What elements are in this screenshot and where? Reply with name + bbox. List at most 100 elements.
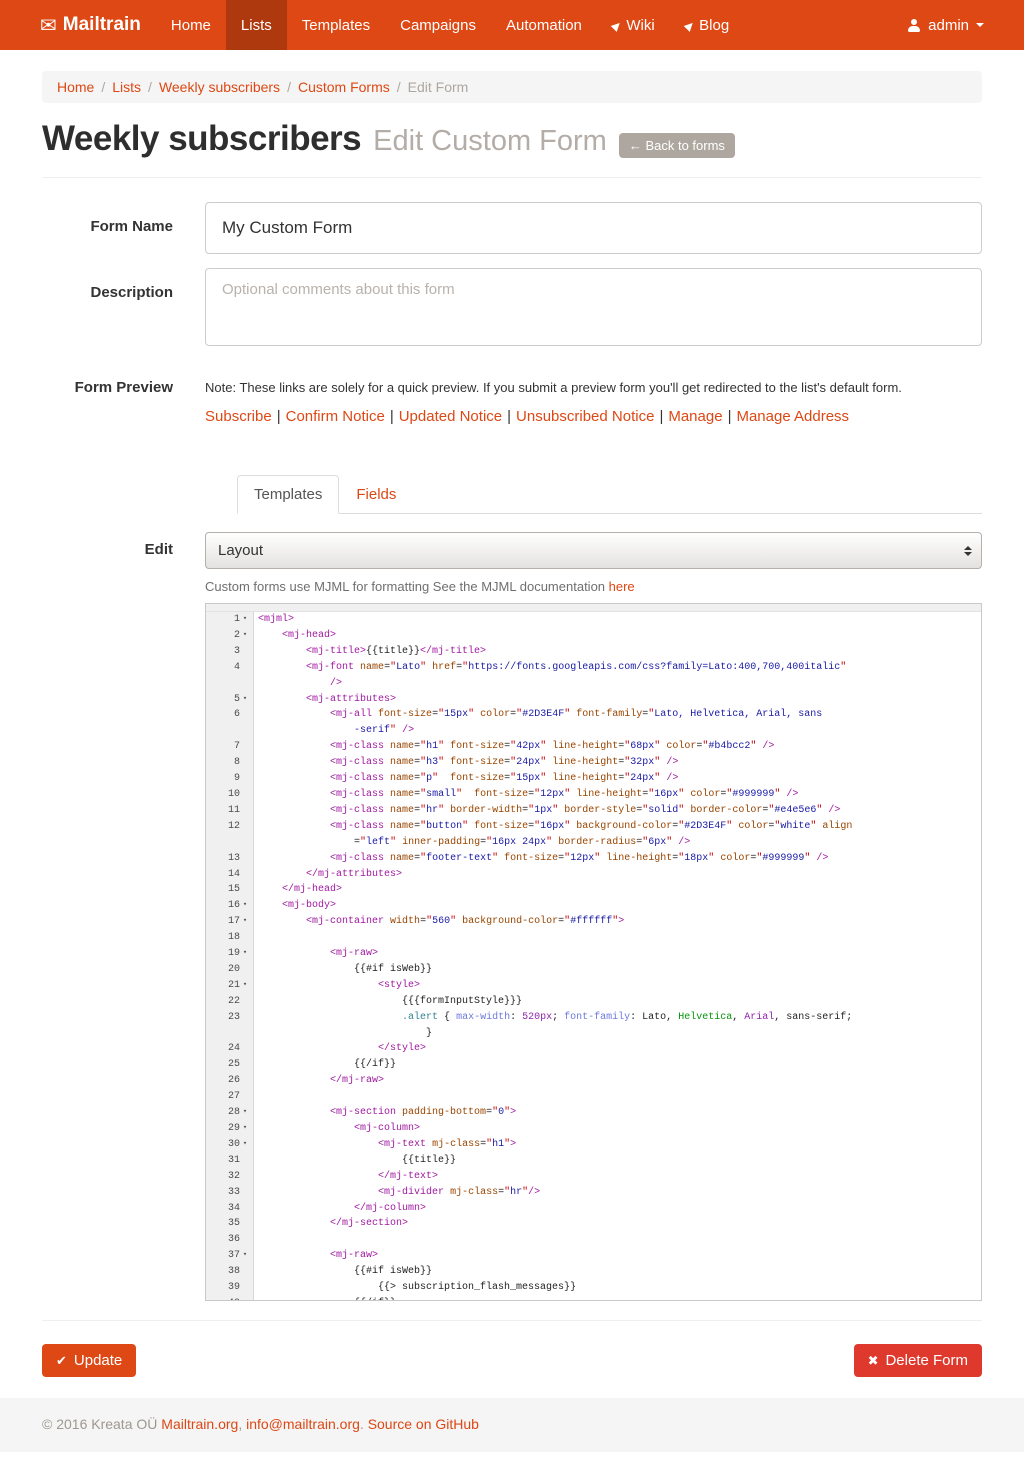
nav-item-home[interactable]: Home: [156, 0, 226, 50]
breadcrumb-link[interactable]: Lists: [112, 79, 141, 95]
preview-link[interactable]: Manage Address: [736, 408, 849, 425]
code-text[interactable]: [254, 1089, 981, 1105]
line-number-value: 24: [228, 1041, 240, 1057]
code-text[interactable]: {{#if isWeb}}: [254, 962, 981, 978]
line-number: 21▾: [206, 978, 254, 994]
code-text[interactable]: <mj-body>: [254, 898, 981, 914]
code-text[interactable]: <mj-head>: [254, 628, 981, 644]
line-number-value: 13: [228, 851, 240, 867]
nav-item-label: Campaigns: [400, 17, 476, 34]
fold-arrow-icon[interactable]: ▾: [240, 1137, 250, 1153]
breadcrumb-link[interactable]: Custom Forms: [298, 79, 390, 95]
code-text[interactable]: <mj-raw>: [254, 946, 981, 962]
fold-arrow-icon[interactable]: ▾: [240, 978, 250, 994]
code-text[interactable]: <mj-column>: [254, 1121, 981, 1137]
fold-arrow-icon[interactable]: ▾: [240, 1248, 250, 1264]
line-number: 40: [206, 1296, 254, 1301]
code-text[interactable]: .alert { max-width: 520px; font-family: …: [254, 1010, 981, 1042]
code-text[interactable]: <mj-container width="560" background-col…: [254, 914, 981, 930]
code-text[interactable]: <mj-raw>: [254, 1248, 981, 1264]
code-text[interactable]: <mj-all font-size="15px" color="#2D3E4F"…: [254, 707, 981, 739]
nav-item-automation[interactable]: Automation: [491, 0, 597, 50]
footer-copy: © 2016 Kreata OÜ: [42, 1416, 161, 1432]
code-text[interactable]: <mj-attributes>: [254, 692, 981, 708]
code-text[interactable]: {{> subscription_flash_messages}}: [254, 1280, 981, 1296]
delete-form-button[interactable]: ✖Delete Form: [854, 1344, 982, 1377]
code-text[interactable]: <mj-class name="footer-text" font-size="…: [254, 851, 981, 867]
line-number: 6: [206, 707, 254, 739]
delete-form-label: Delete Form: [885, 1352, 968, 1369]
breadcrumb-link[interactable]: Weekly subscribers: [159, 79, 280, 95]
brand[interactable]: ✉ Mailtrain: [20, 0, 156, 50]
update-button[interactable]: ✔Update: [42, 1344, 136, 1377]
check-icon: ✔: [56, 1353, 67, 1369]
nav-item-blog[interactable]: ▶Blog: [670, 0, 745, 50]
code-text[interactable]: </mj-section>: [254, 1216, 981, 1232]
code-text[interactable]: </mj-column>: [254, 1201, 981, 1217]
code-text[interactable]: <mj-title>{{title}}</mj-title>: [254, 644, 981, 660]
brand-label: Mailtrain: [63, 14, 141, 36]
mjml-doc-link[interactable]: here: [609, 579, 635, 594]
code-text[interactable]: <mj-class name="h3" font-size="24px" lin…: [254, 755, 981, 771]
code-text[interactable]: {{{formInputStyle}}}: [254, 994, 981, 1010]
edit-template-selected-value: Layout: [218, 542, 263, 559]
code-text[interactable]: <mjml>: [254, 612, 981, 628]
fold-arrow-icon[interactable]: ▾: [240, 898, 250, 914]
preview-link[interactable]: Manage: [668, 408, 722, 425]
back-to-forms-button[interactable]: ← Back to forms: [619, 133, 735, 158]
code-text[interactable]: {{title}}: [254, 1153, 981, 1169]
line-number: 26: [206, 1073, 254, 1089]
code-text[interactable]: </style>: [254, 1041, 981, 1057]
fold-arrow-icon[interactable]: ▾: [240, 946, 250, 962]
code-text[interactable]: <mj-class name="hr" border-width="1px" b…: [254, 803, 981, 819]
description-textarea[interactable]: [205, 268, 982, 346]
code-text[interactable]: </mj-attributes>: [254, 867, 981, 883]
fold-arrow-icon[interactable]: ▾: [240, 1121, 250, 1137]
code-text[interactable]: [254, 930, 981, 946]
breadcrumb-link[interactable]: Home: [57, 79, 94, 95]
preview-link[interactable]: Confirm Notice: [286, 408, 385, 425]
user-menu[interactable]: admin: [887, 0, 1004, 50]
code-text[interactable]: <mj-class name="button" font-size="16px"…: [254, 819, 981, 851]
line-number: 36: [206, 1232, 254, 1248]
code-text[interactable]: <mj-class name="h1" font-size="42px" lin…: [254, 739, 981, 755]
nav-item-campaigns[interactable]: Campaigns: [385, 0, 491, 50]
code-text[interactable]: {{#if isWeb}}: [254, 1264, 981, 1280]
edit-template-select[interactable]: Layout: [205, 532, 982, 569]
nav-item-lists[interactable]: Lists: [226, 0, 287, 50]
code-line: 10 <mj-class name="small" font-size="12p…: [206, 787, 981, 803]
code-text[interactable]: <mj-class name="small" font-size="12px" …: [254, 787, 981, 803]
preview-link[interactable]: Subscribe: [205, 408, 272, 425]
code-text[interactable]: {{/if}}: [254, 1057, 981, 1073]
tab-templates[interactable]: Templates: [237, 475, 339, 514]
code-line: 2▾ <mj-head>: [206, 628, 981, 644]
preview-link[interactable]: Unsubscribed Notice: [516, 408, 654, 425]
footer-link[interactable]: Mailtrain.org: [161, 1416, 238, 1432]
code-text[interactable]: </mj-text>: [254, 1169, 981, 1185]
preview-link[interactable]: Updated Notice: [399, 408, 502, 425]
footer-link[interactable]: info@mailtrain.org: [246, 1416, 360, 1432]
nav-item-wiki[interactable]: ▶Wiki: [597, 0, 670, 50]
nav-menu: HomeListsTemplates Campaigns Automation▶Wi…: [156, 0, 744, 50]
code-text[interactable]: </mj-head>: [254, 882, 981, 898]
code-text[interactable]: {{/if}}: [254, 1296, 981, 1301]
code-text[interactable]: <mj-font name="Lato" href="https://fonts…: [254, 660, 981, 692]
code-editor[interactable]: 1▾<mjml>2▾ <mj-head>3 <mj-title>{{title}…: [205, 603, 982, 1301]
code-text[interactable]: <style>: [254, 978, 981, 994]
breadcrumb-separator: /: [141, 79, 159, 95]
fold-arrow-icon[interactable]: ▾: [240, 1105, 250, 1121]
form-name-input[interactable]: [205, 202, 982, 254]
nav-item-templates[interactable]: Templates: [287, 0, 385, 50]
fold-arrow-icon[interactable]: ▾: [240, 628, 250, 644]
code-text[interactable]: <mj-section padding-bottom="0">: [254, 1105, 981, 1121]
code-text[interactable]: <mj-divider mj-class="hr"/>: [254, 1185, 981, 1201]
fold-arrow-icon[interactable]: ▾: [240, 692, 250, 708]
tab-fields[interactable]: Fields: [339, 475, 413, 514]
fold-arrow-icon[interactable]: ▾: [240, 914, 250, 930]
code-text[interactable]: <mj-class name="p" font-size="15px" line…: [254, 771, 981, 787]
footer-link[interactable]: Source on GitHub: [368, 1416, 479, 1432]
code-text[interactable]: <mj-text mj-class="h1">: [254, 1137, 981, 1153]
fold-arrow-icon[interactable]: ▾: [240, 612, 250, 628]
code-text[interactable]: </mj-raw>: [254, 1073, 981, 1089]
code-text[interactable]: [254, 1232, 981, 1248]
